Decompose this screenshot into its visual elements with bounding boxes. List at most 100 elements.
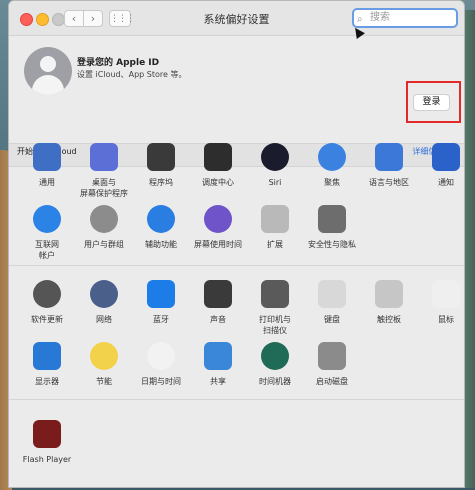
- printers-icon: [261, 280, 289, 308]
- pref-pane-internet-accounts[interactable]: 互联网 帐户: [19, 205, 75, 261]
- pref-pane-label: 扩展: [267, 240, 283, 249]
- pref-pane-language[interactable]: 语言与地区: [361, 143, 417, 188]
- date-time-icon: [147, 342, 175, 370]
- pref-pane-label: 节能: [96, 377, 112, 386]
- internet-accounts-icon: [33, 205, 61, 233]
- security-icon: [318, 205, 346, 233]
- startup-disk-icon: [318, 342, 346, 370]
- pref-pane-label: 软件更新: [31, 315, 63, 324]
- pref-pane-trackpad[interactable]: 触控板: [361, 280, 417, 325]
- flash-player-icon: [33, 420, 61, 448]
- mouse-icon: [432, 280, 460, 308]
- energy-saver-icon: [90, 342, 118, 370]
- pref-pane-label: 日期与时间: [141, 377, 181, 386]
- pref-pane-displays[interactable]: 显示器: [19, 342, 75, 387]
- pref-pane-label: 聚焦: [324, 178, 340, 187]
- software-update-icon: [33, 280, 61, 308]
- general-icon: [33, 143, 61, 171]
- search-placeholder: 搜索: [370, 12, 390, 23]
- displays-icon: [33, 342, 61, 370]
- trackpad-icon: [375, 280, 403, 308]
- pref-pane-label: 调度中心: [202, 178, 234, 187]
- back-button[interactable]: ‹: [64, 10, 84, 27]
- pref-pane-printers[interactable]: 打印机与 扫描仪: [247, 280, 303, 336]
- pref-pane-notifications[interactable]: 通知: [418, 143, 464, 188]
- login-button[interactable]: 登录: [413, 94, 450, 111]
- other-prefs-section: Flash Player: [9, 399, 464, 487]
- language-icon: [375, 143, 403, 171]
- avatar: [24, 47, 72, 95]
- pref-pane-label: 屏幕使用时间: [194, 240, 242, 249]
- pref-pane-software-update[interactable]: 软件更新: [19, 280, 75, 325]
- pref-pane-bluetooth[interactable]: 蓝牙: [133, 280, 189, 325]
- pref-pane-users-groups[interactable]: 用户与群组: [76, 205, 132, 250]
- pref-pane-label: Flash Player: [22, 455, 72, 464]
- pref-pane-screen-time[interactable]: 屏幕使用时间: [190, 205, 246, 250]
- titlebar: ‹ › ⋮⋮⋮ 系统偏好设置 ⌕ 搜索: [9, 1, 464, 39]
- pref-pane-label: 鼠标: [438, 315, 454, 324]
- pref-pane-extensions[interactable]: 扩展: [247, 205, 303, 250]
- forward-button[interactable]: ›: [83, 10, 103, 27]
- pref-pane-time-machine[interactable]: 时间机器: [247, 342, 303, 387]
- pref-pane-mission-control[interactable]: 调度中心: [190, 143, 246, 188]
- spotlight-icon: [318, 143, 346, 171]
- desktop-icon: [90, 143, 118, 171]
- sound-icon: [204, 280, 232, 308]
- sharing-icon: [204, 342, 232, 370]
- pref-pane-mouse[interactable]: 鼠标: [418, 280, 464, 325]
- pref-pane-label: 程序坞: [149, 178, 173, 187]
- pref-pane-sharing[interactable]: 共享: [190, 342, 246, 387]
- mission-control-icon: [204, 143, 232, 171]
- search-input[interactable]: ⌕ 搜索: [352, 8, 458, 28]
- pref-pane-date-time[interactable]: 日期与时间: [133, 342, 189, 387]
- pref-pane-energy-saver[interactable]: 节能: [76, 342, 132, 387]
- pref-pane-desktop[interactable]: 桌面与 屏幕保护程序: [76, 143, 132, 199]
- pref-pane-accessibility[interactable]: 辅助功能: [133, 205, 189, 250]
- accessibility-icon: [147, 205, 175, 233]
- screen-time-icon: [204, 205, 232, 233]
- dock-icon: [147, 143, 175, 171]
- siri-icon: [261, 143, 289, 171]
- pref-pane-label: 用户与群组: [84, 240, 124, 249]
- pref-pane-siri[interactable]: Siri: [247, 143, 303, 188]
- pref-pane-label: 声音: [210, 315, 226, 324]
- pref-pane-label: Siri: [268, 178, 282, 187]
- pref-pane-security[interactable]: 安全性与隐私: [304, 205, 360, 250]
- personal-prefs-section: 通用 桌面与 屏幕保护程序 程序坞 调度中心 Siri 聚焦 语言与地区 通知互联网 帐户 用户与群…: [9, 135, 464, 263]
- users-groups-icon: [90, 205, 118, 233]
- pref-pane-label: 打印机与 扫描仪: [259, 315, 291, 335]
- system-preferences-window: ‹ › ⋮⋮⋮ 系统偏好设置 ⌕ 搜索 登录您的 Apple ID 设置 iCl…: [8, 0, 465, 488]
- apple-id-title: 登录您的 Apple ID: [77, 58, 160, 68]
- pref-pane-label: 安全性与隐私: [308, 240, 356, 249]
- hardware-prefs-section: 软件更新 网络 蓝牙 声音 打印机与 扫描仪 键盘 触控板 鼠标显示器 节能 日期与时间 共享 时间机器…: [9, 265, 464, 386]
- pref-pane-dock[interactable]: 程序坞: [133, 143, 189, 188]
- pref-pane-label: 共享: [210, 377, 226, 386]
- pref-pane-label: 显示器: [35, 377, 59, 386]
- keyboard-icon: [318, 280, 346, 308]
- pref-pane-general[interactable]: 通用: [19, 143, 75, 188]
- pref-pane-label: 通用: [39, 178, 55, 187]
- pref-pane-label: 蓝牙: [153, 315, 169, 324]
- extensions-icon: [261, 205, 289, 233]
- pref-pane-label: 语言与地区: [369, 178, 409, 187]
- close-button[interactable]: [20, 13, 33, 26]
- pref-pane-sound[interactable]: 声音: [190, 280, 246, 325]
- pref-pane-label: 通知: [438, 178, 454, 187]
- network-icon: [90, 280, 118, 308]
- pref-pane-label: 互联网 帐户: [35, 240, 59, 260]
- pref-pane-label: 辅助功能: [145, 240, 177, 249]
- pref-pane-spotlight[interactable]: 聚焦: [304, 143, 360, 188]
- apple-id-subtitle: 设置 iCloud、App Store 等。: [77, 70, 187, 79]
- pref-pane-startup-disk[interactable]: 启动磁盘: [304, 342, 360, 387]
- bluetooth-icon: [147, 280, 175, 308]
- pref-pane-flash-player[interactable]: Flash Player: [19, 420, 75, 465]
- notifications-icon: [432, 143, 460, 171]
- time-machine-icon: [261, 342, 289, 370]
- minimize-button[interactable]: [36, 13, 49, 26]
- apple-id-banner: 登录您的 Apple ID 设置 iCloud、App Store 等。 登录 …: [9, 35, 464, 167]
- pref-pane-label: 桌面与 屏幕保护程序: [80, 178, 128, 198]
- show-all-button[interactable]: ⋮⋮⋮: [109, 10, 135, 27]
- pref-pane-keyboard[interactable]: 键盘: [304, 280, 360, 325]
- pref-pane-label: 时间机器: [259, 377, 291, 386]
- pref-pane-network[interactable]: 网络: [76, 280, 132, 325]
